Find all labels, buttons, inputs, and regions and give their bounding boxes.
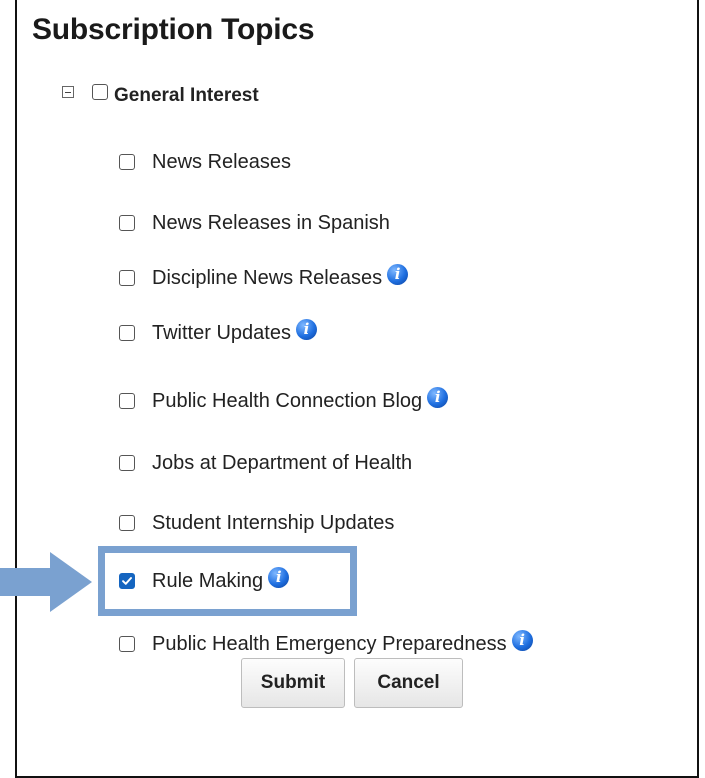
topic-checkbox[interactable] (119, 455, 135, 471)
collapse-toggle-icon[interactable] (62, 86, 74, 98)
topic-checkbox[interactable] (119, 636, 135, 652)
topic-label: Public Health Emergency Preparedness i (152, 630, 533, 656)
topic-label-text: Discipline News Releases (152, 267, 383, 289)
info-icon[interactable]: i (295, 319, 317, 340)
topic-label: News Releases in Spanish (152, 211, 390, 235)
info-icon[interactable]: i (387, 264, 409, 285)
topic-checkbox[interactable] (119, 325, 135, 341)
topic-label: Public Health Connection Blog i (152, 387, 449, 413)
topic-label-text: Twitter Updates (152, 322, 291, 344)
topic-label-text: Student Internship Updates (152, 512, 395, 534)
topic-checkbox[interactable] (119, 393, 135, 409)
info-icon[interactable]: i (511, 630, 533, 651)
topic-checkbox[interactable] (119, 515, 135, 531)
info-icon[interactable]: i (427, 387, 449, 408)
topic-label: Jobs at Department of Health (152, 451, 412, 475)
topic-checkbox[interactable] (119, 215, 135, 231)
topic-checkbox[interactable] (119, 154, 135, 170)
group-checkbox[interactable] (92, 84, 108, 100)
topic-label-text: Jobs at Department of Health (152, 452, 413, 474)
topic-label: Twitter Updates i (152, 319, 317, 345)
highlight-box (98, 546, 357, 616)
arrow-right-icon (0, 552, 92, 612)
topic-label: News Releases (152, 150, 291, 174)
topic-checkbox[interactable] (119, 270, 135, 286)
topic-label-text: Public Health Emergency Preparedness (152, 633, 507, 655)
topic-label-text: Public Health Connection Blog (152, 390, 423, 412)
cancel-button[interactable]: Cancel (354, 658, 463, 708)
topic-label: Discipline News Releases i (152, 264, 409, 290)
topic-label-text: News Releases (152, 151, 291, 173)
submit-button[interactable]: Submit (241, 658, 345, 708)
page-title: Subscription Topics (32, 13, 315, 46)
topic-label: Student Internship Updates (152, 511, 394, 535)
topic-label-text: News Releases in Spanish (152, 212, 390, 234)
group-label: General Interest (114, 85, 259, 106)
